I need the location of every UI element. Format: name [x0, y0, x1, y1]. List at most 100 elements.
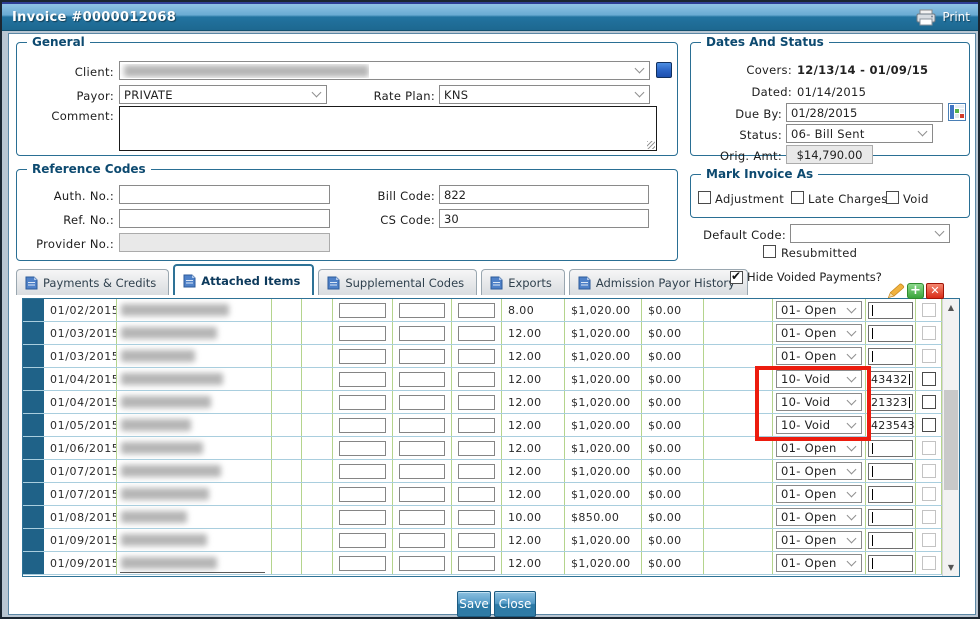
hide-voided-checkbox[interactable] — [730, 271, 743, 284]
adjustment-checkbox[interactable] — [698, 191, 711, 204]
row-ref-input[interactable]: 423543 — [868, 417, 913, 434]
row-void-checkbox[interactable] — [922, 326, 936, 340]
row-input-3[interactable] — [458, 418, 495, 433]
row-ref-input[interactable] — [868, 555, 913, 572]
row-input-1[interactable] — [339, 303, 386, 318]
row-ref-input[interactable] — [868, 486, 913, 503]
bill-code-input[interactable]: 822 — [439, 185, 649, 204]
vertical-scrollbar[interactable]: ▲ ▼ — [942, 299, 959, 576]
row-ref-input[interactable] — [868, 509, 913, 526]
row-input-2[interactable] — [399, 303, 445, 318]
row-ref-input[interactable] — [868, 348, 913, 365]
row-input-1[interactable] — [339, 395, 386, 410]
row-void-checkbox[interactable] — [922, 372, 936, 386]
row-input-3[interactable] — [458, 303, 495, 318]
tab-supplemental-codes[interactable]: Supplemental Codes — [318, 269, 477, 295]
row-input-1[interactable] — [339, 487, 386, 502]
row-input-2[interactable] — [399, 326, 445, 341]
row-input-2[interactable] — [399, 395, 445, 410]
row-status-select[interactable]: 01- Open — [776, 462, 862, 480]
row-input-2[interactable] — [399, 349, 445, 364]
row-input-1[interactable] — [339, 418, 386, 433]
row-ref-input[interactable] — [868, 440, 913, 457]
row-ref-input[interactable] — [868, 302, 913, 319]
row-ref-input[interactable] — [868, 325, 913, 342]
row-void-checkbox[interactable] — [922, 464, 936, 478]
cs-code-input[interactable]: 30 — [439, 209, 649, 228]
row-void-checkbox[interactable] — [922, 510, 936, 524]
row-input-3[interactable] — [458, 395, 495, 410]
row-status-select[interactable]: 10- Void — [776, 416, 862, 434]
row-input-1[interactable] — [339, 556, 386, 571]
row-input-1[interactable] — [339, 510, 386, 525]
row-input-3[interactable] — [458, 326, 495, 341]
row-input-3[interactable] — [458, 349, 495, 364]
row-void-checkbox[interactable] — [922, 533, 936, 547]
client-select[interactable] — [119, 61, 650, 80]
row-input-3[interactable] — [458, 372, 495, 387]
row-input-2[interactable] — [399, 533, 445, 548]
row-status-select[interactable]: 10- Void — [776, 370, 862, 388]
row-ref-input[interactable] — [868, 532, 913, 549]
scroll-up-icon[interactable]: ▲ — [943, 299, 959, 316]
resize-grip-icon[interactable] — [647, 141, 655, 149]
row-input-2[interactable] — [399, 464, 445, 479]
default-code-select[interactable] — [790, 224, 950, 243]
row-status-select[interactable]: 10- Void — [776, 393, 862, 411]
row-void-checkbox[interactable] — [922, 487, 936, 501]
delete-item-icon[interactable]: ✕ — [926, 283, 944, 299]
row-input-1[interactable] — [339, 372, 386, 387]
payor-select[interactable]: PRIVATE — [119, 85, 327, 104]
row-void-checkbox[interactable] — [922, 418, 936, 432]
row-input-3[interactable] — [458, 464, 495, 479]
resubmitted-checkbox[interactable] — [763, 245, 776, 258]
status-select[interactable]: 06- Bill Sent — [786, 124, 933, 143]
row-input-2[interactable] — [399, 441, 445, 456]
row-ref-input[interactable]: 21323 — [868, 394, 913, 411]
scroll-down-icon[interactable]: ▼ — [943, 559, 959, 576]
void-checkbox[interactable] — [886, 191, 899, 204]
ref-no-input[interactable] — [119, 209, 330, 228]
row-status-select[interactable]: 01- Open — [776, 508, 862, 526]
tab-attached-items[interactable]: Attached Items — [173, 264, 314, 295]
row-input-3[interactable] — [458, 487, 495, 502]
auth-no-input[interactable] — [119, 185, 330, 204]
row-void-checkbox[interactable] — [922, 556, 936, 570]
row-input-1[interactable] — [339, 464, 386, 479]
row-ref-input[interactable]: 43432 — [868, 371, 913, 388]
row-input-3[interactable] — [458, 556, 495, 571]
row-input-2[interactable] — [399, 487, 445, 502]
scrollbar-thumb[interactable] — [944, 390, 958, 490]
row-status-select[interactable]: 01- Open — [776, 347, 862, 365]
row-status-select[interactable]: 01- Open — [776, 324, 862, 342]
row-input-1[interactable] — [339, 441, 386, 456]
row-input-2[interactable] — [399, 372, 445, 387]
late-charges-checkbox[interactable] — [791, 191, 804, 204]
due-by-input[interactable]: 01/28/2015 — [786, 103, 943, 122]
client-info-button[interactable] — [656, 62, 672, 78]
row-input-3[interactable] — [458, 533, 495, 548]
row-input-1[interactable] — [339, 533, 386, 548]
tab-exports[interactable]: Exports — [481, 269, 565, 295]
add-item-icon[interactable]: + — [907, 283, 924, 299]
row-status-select[interactable]: 01- Open — [776, 439, 862, 457]
row-status-select[interactable]: 01- Open — [776, 301, 862, 319]
row-input-1[interactable] — [339, 326, 386, 341]
row-void-checkbox[interactable] — [922, 303, 936, 317]
row-input-3[interactable] — [458, 510, 495, 525]
row-void-checkbox[interactable] — [922, 441, 936, 455]
row-input-2[interactable] — [399, 556, 445, 571]
rate-plan-select[interactable]: KNS — [439, 85, 650, 104]
row-status-select[interactable]: 01- Open — [776, 485, 862, 503]
row-status-select[interactable]: 01- Open — [776, 554, 862, 572]
row-input-2[interactable] — [399, 418, 445, 433]
edit-pencil-icon[interactable] — [887, 283, 905, 299]
row-void-checkbox[interactable] — [922, 349, 936, 363]
save-button[interactable]: Save — [457, 591, 491, 617]
close-button[interactable]: Close — [494, 591, 536, 617]
comment-textarea[interactable] — [119, 106, 657, 151]
tab-admission-payor-history[interactable]: Admission Payor History — [569, 269, 748, 295]
row-status-select[interactable]: 01- Open — [776, 531, 862, 549]
row-input-3[interactable] — [458, 441, 495, 456]
row-void-checkbox[interactable] — [922, 395, 936, 409]
